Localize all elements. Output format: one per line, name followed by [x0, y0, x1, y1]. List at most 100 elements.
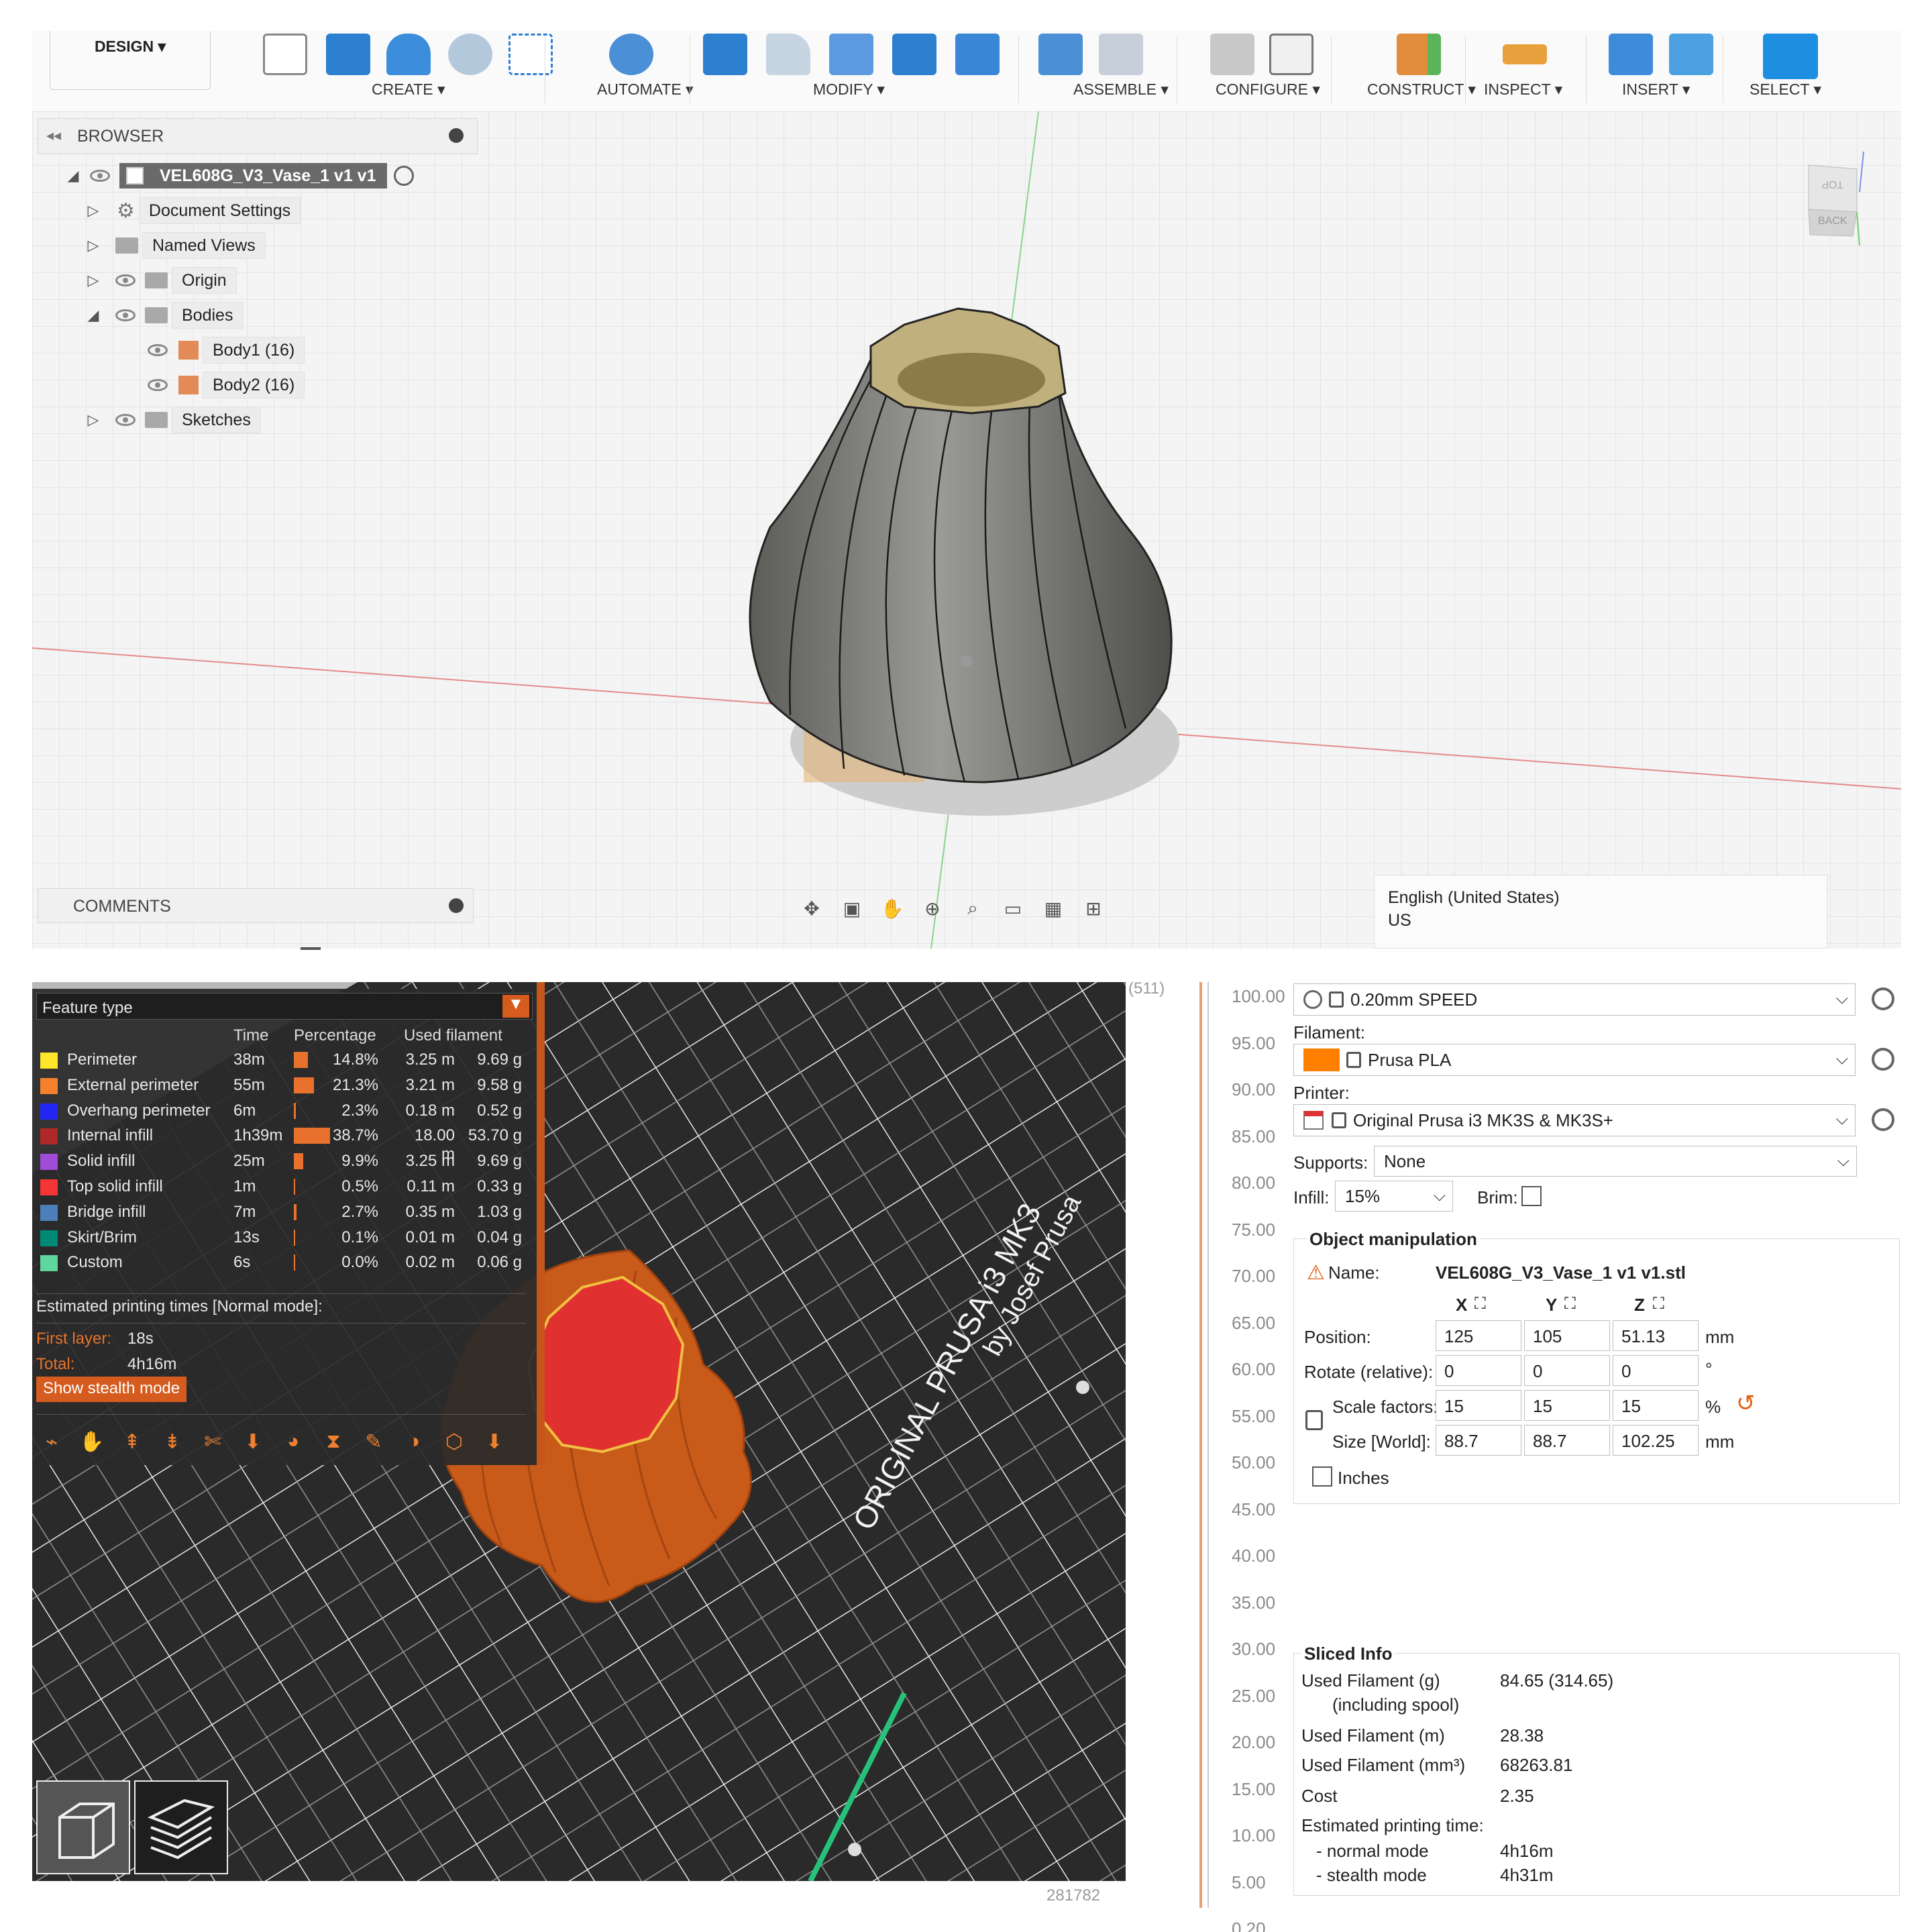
legend-scrollbar[interactable]: [537, 982, 545, 1465]
zoom-icon[interactable]: ⊕: [915, 895, 950, 922]
layers-preview-icon[interactable]: [134, 1780, 228, 1874]
measure-icon[interactable]: [1503, 44, 1547, 64]
infill-combo[interactable]: 15% ⌵: [1335, 1181, 1453, 1212]
pause-print-icon[interactable]: ⧗: [317, 1425, 350, 1458]
select-menu-label[interactable]: SELECT ▾: [1750, 80, 1821, 99]
inches-checkbox[interactable]: [1312, 1466, 1332, 1487]
brim-checkbox[interactable]: [1521, 1186, 1542, 1206]
automate-group[interactable]: AUTOMATE ▾: [555, 31, 716, 111]
display-settings-icon[interactable]: ▭: [996, 895, 1030, 922]
create-sketch-icon[interactable]: [263, 34, 307, 75]
warning-icon[interactable]: ⚠: [1307, 1261, 1325, 1285]
joint-icon[interactable]: [1099, 34, 1143, 75]
tree-item-body1[interactable]: Body1 (16): [148, 335, 305, 365]
create-group[interactable]: CREATE ▾: [227, 31, 555, 111]
insert-group[interactable]: INSERT ▾: [1595, 31, 1743, 111]
seams-icon[interactable]: ✄: [196, 1425, 229, 1458]
custom-gcode-icon[interactable]: ✎: [357, 1425, 390, 1458]
split-face-icon[interactable]: [955, 34, 1000, 75]
3d-view-cube-icon[interactable]: [36, 1780, 130, 1874]
tree-item-body2[interactable]: Body2 (16): [148, 370, 305, 400]
splitter-handle[interactable]: [301, 947, 321, 950]
look-at-icon[interactable]: ▣: [835, 895, 869, 922]
color-changes-icon[interactable]: ◕: [276, 1425, 310, 1458]
show-stealth-mode-button[interactable]: Show stealth mode: [36, 1377, 187, 1402]
pan-hand-icon[interactable]: ✋: [875, 895, 910, 922]
tree-item-origin[interactable]: ▷ Origin: [83, 266, 237, 295]
print-settings-gear-icon[interactable]: [1872, 987, 1894, 1010]
fit-icon[interactable]: ⌕: [955, 895, 990, 922]
grid-settings-icon[interactable]: ▦: [1036, 895, 1071, 922]
configure-group[interactable]: CONFIGURE ▾: [1186, 31, 1347, 111]
feature-type-combo[interactable]: Feature type ▼: [36, 993, 533, 1020]
modify-menu-label[interactable]: MODIFY ▾: [813, 80, 885, 99]
activate-radio-icon[interactable]: [393, 166, 414, 186]
tree-item-bodies[interactable]: ◢ Bodies: [83, 301, 244, 330]
expand-arrow-icon[interactable]: ▷: [83, 237, 103, 254]
comments-panel[interactable]: COMMENTS: [38, 888, 474, 923]
visibility-eye-icon[interactable]: [115, 274, 136, 286]
size-x-input[interactable]: 88.7: [1436, 1425, 1521, 1456]
filament-combo[interactable]: Prusa PLA ⌵: [1293, 1044, 1856, 1076]
layer-height-slider[interactable]: 100.00 95.00 90.00 85.00 80.00 75.00 70.00 65.0…: [1194, 982, 1295, 1932]
tree-root[interactable]: ◢ VEL608G_V3_Vase_1 v1 v1: [63, 161, 414, 191]
browser-options-icon[interactable]: [449, 128, 464, 143]
create-menu-label[interactable]: CREATE ▾: [372, 80, 445, 99]
printer-combo[interactable]: Original Prusa i3 MK3S & MK3S+ ⌵: [1293, 1104, 1856, 1136]
rotate-x-input[interactable]: 0: [1436, 1355, 1521, 1386]
tree-item-sketches[interactable]: ▷ Sketches: [83, 405, 261, 435]
filament-color-swatch[interactable]: [1303, 1049, 1340, 1071]
insert-canvas-icon[interactable]: [1669, 34, 1713, 75]
visibility-eye-icon[interactable]: [115, 309, 136, 321]
reset-scale-icon[interactable]: ↺: [1736, 1390, 1756, 1417]
tool-changes-icon[interactable]: ⬇: [236, 1425, 270, 1458]
shells-icon[interactable]: ⬡: [437, 1425, 471, 1458]
visibility-eye-icon[interactable]: [148, 344, 168, 356]
construct-group[interactable]: CONSTRUCT ▾: [1340, 31, 1488, 111]
select-icon[interactable]: [1763, 34, 1818, 79]
press-pull-icon[interactable]: [703, 34, 747, 75]
hole-icon[interactable]: [448, 34, 492, 75]
printer-gear-icon[interactable]: [1872, 1108, 1894, 1131]
deretractions-icon[interactable]: ⇟: [156, 1425, 189, 1458]
drop-to-bed-y-icon[interactable]: ⛶: [1564, 1295, 1576, 1313]
scale-y-input[interactable]: 15: [1524, 1390, 1610, 1421]
filament-gear-icon[interactable]: [1872, 1048, 1894, 1071]
lock-scale-icon[interactable]: [1305, 1410, 1323, 1430]
drop-to-bed-z-icon[interactable]: ⛶: [1653, 1295, 1664, 1313]
position-z-input[interactable]: 51.13: [1613, 1320, 1699, 1351]
fillet-icon[interactable]: [766, 34, 810, 75]
position-x-input[interactable]: 125: [1436, 1320, 1521, 1351]
print-settings-combo[interactable]: 0.20mm SPEED ⌵: [1293, 983, 1856, 1016]
visibility-eye-icon[interactable]: [148, 379, 168, 391]
tree-item-document-settings[interactable]: ▷ ⚙ Document Settings: [83, 196, 301, 225]
inspect-group[interactable]: INSPECT ▾: [1474, 31, 1609, 111]
revolve-icon[interactable]: [386, 34, 431, 75]
retractions-icon[interactable]: ⇞: [115, 1425, 149, 1458]
layer-slider-track[interactable]: [1199, 982, 1202, 1908]
drop-to-bed-x-icon[interactable]: ⛶: [1474, 1295, 1486, 1313]
table-icon[interactable]: [1269, 34, 1313, 75]
insert-derive-icon[interactable]: [1609, 34, 1653, 75]
assemble-group[interactable]: ASSEMBLE ▾: [1032, 31, 1193, 111]
configure-icon[interactable]: [1210, 34, 1254, 75]
rotate-z-input[interactable]: 0: [1613, 1355, 1699, 1386]
size-y-input[interactable]: 88.7: [1524, 1425, 1610, 1456]
viewports-icon[interactable]: ⊞: [1076, 895, 1111, 922]
collapse-arrow-icon[interactable]: ◢: [83, 307, 103, 324]
rotate-y-input[interactable]: 0: [1524, 1355, 1610, 1386]
tree-item-named-views[interactable]: ▷ Named Views: [83, 231, 266, 260]
fusion-3d-viewport[interactable]: TOP BACK: [32, 111, 1901, 949]
browser-panel-header[interactable]: ◂◂ BROWSER: [38, 118, 478, 154]
construct-menu-label[interactable]: CONSTRUCT ▾: [1367, 80, 1476, 99]
orbit-icon[interactable]: ✥: [794, 895, 829, 922]
scale-z-input[interactable]: 15: [1613, 1390, 1699, 1421]
select-group[interactable]: SELECT ▾: [1736, 31, 1870, 111]
inspect-menu-label[interactable]: INSPECT ▾: [1484, 80, 1562, 99]
tool-marker-icon[interactable]: ⬇: [478, 1425, 511, 1458]
prusa-3d-preview[interactable]: ORIGINAL PRUSA i3 MK3 by Josef Prusa Fea…: [32, 982, 1126, 1881]
size-z-input[interactable]: 102.25: [1613, 1425, 1699, 1456]
extrude-icon[interactable]: [326, 34, 370, 75]
expand-arrow-icon[interactable]: ▷: [83, 202, 103, 219]
automate-icon[interactable]: [609, 34, 653, 75]
